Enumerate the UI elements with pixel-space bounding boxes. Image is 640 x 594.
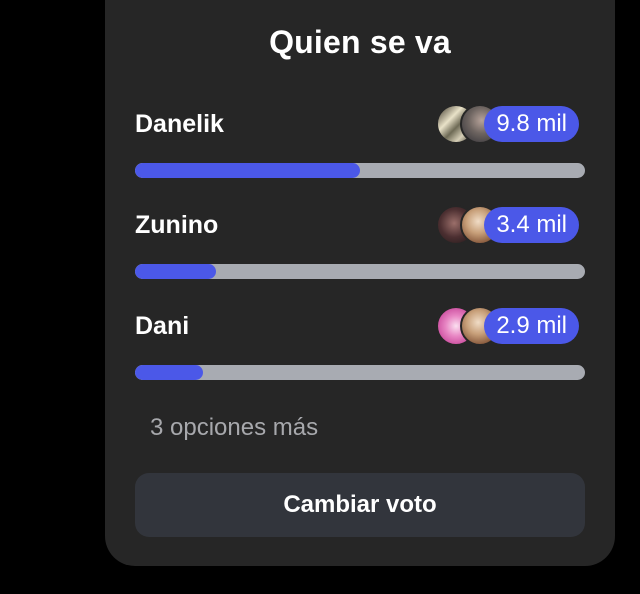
more-options-link[interactable]: 3 opciones más xyxy=(150,408,318,448)
option-label: Zunino xyxy=(135,211,219,239)
poll-option-zunino[interactable]: Zunino 3.4 mil xyxy=(135,205,585,285)
option-label: Dani xyxy=(135,312,190,340)
result-bar xyxy=(135,365,585,380)
result-bar-fill xyxy=(135,264,216,279)
vote-count-badge: 3.4 mil xyxy=(484,207,579,243)
result-bar xyxy=(135,163,585,178)
change-vote-button[interactable]: Cambiar voto xyxy=(135,473,585,537)
result-bar-fill xyxy=(135,365,203,380)
poll-card: Quien se va Danelik 9.8 mil Zunino 3.4 m… xyxy=(105,0,615,566)
vote-count-badge: 9.8 mil xyxy=(484,106,579,142)
poll-option-danelik[interactable]: Danelik 9.8 mil xyxy=(135,104,585,184)
option-label: Danelik xyxy=(135,110,224,138)
result-bar-fill xyxy=(135,163,360,178)
vote-count-badge: 2.9 mil xyxy=(484,308,579,344)
poll-option-dani[interactable]: Dani 2.9 mil xyxy=(135,306,585,386)
poll-title: Quien se va xyxy=(269,24,451,60)
result-bar xyxy=(135,264,585,279)
